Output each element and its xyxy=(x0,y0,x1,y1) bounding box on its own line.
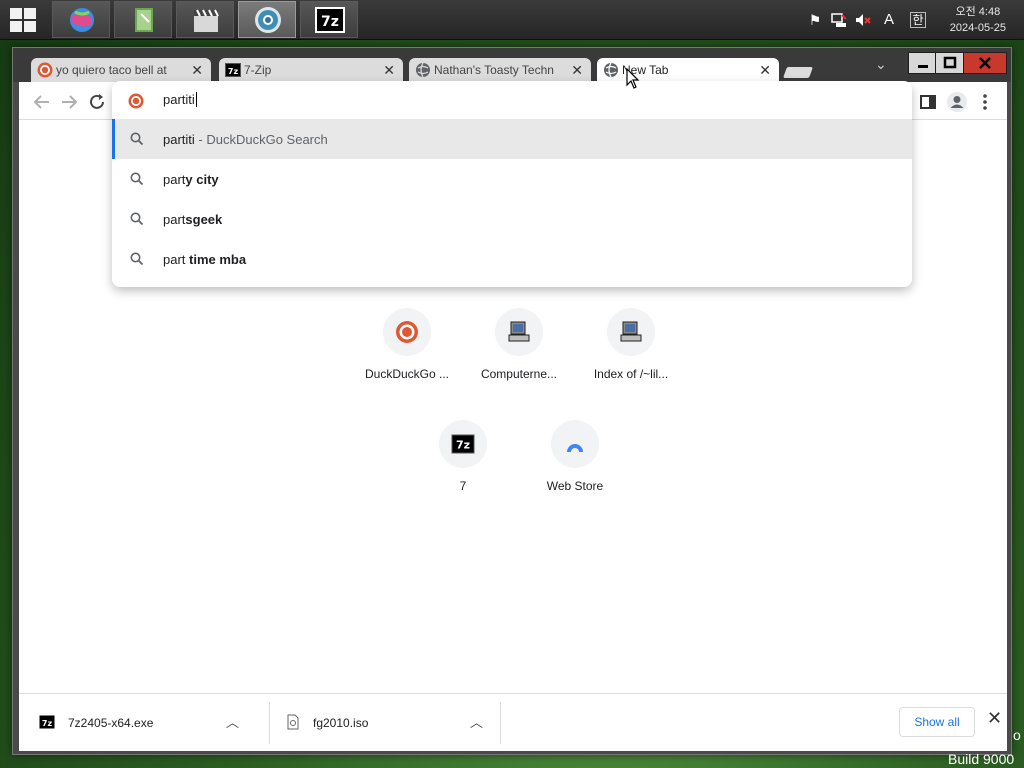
shortcut-label: Computerne... xyxy=(480,367,558,381)
show-all-button[interactable]: Show all xyxy=(899,707,975,737)
7zip-icon: 7z xyxy=(315,7,345,33)
clock-date: 2024-05-25 xyxy=(949,22,1006,34)
shortcut-7[interactable]: 7z 7 xyxy=(407,420,519,510)
computer-icon xyxy=(620,321,642,342)
omnibox-dropdown: partiti partiti - DuckDuckGo Search part… xyxy=(112,81,912,287)
address-input[interactable]: partiti xyxy=(163,92,197,107)
tab-close-icon[interactable]: ✕ xyxy=(571,58,583,82)
text-caret xyxy=(195,92,197,107)
book-app-icon xyxy=(135,8,153,32)
shortcut-label: Index of /~lil... xyxy=(593,367,669,381)
tab-new-tab[interactable]: New Tab ✕ xyxy=(597,58,779,82)
tab-7zip[interactable]: 7z 7-Zip ✕ xyxy=(219,58,403,82)
mouse-cursor-icon xyxy=(626,68,640,89)
maximize-button[interactable] xyxy=(935,52,965,74)
tab-taco-bell[interactable]: yo quiero taco bell at ✕ xyxy=(31,58,211,82)
shortcut-web-store[interactable]: Web Store xyxy=(519,420,631,510)
windows-logo-icon xyxy=(10,8,22,19)
taskbar-app-book[interactable] xyxy=(114,1,172,38)
side-panel-icon[interactable] xyxy=(917,91,939,113)
flag-icon[interactable]: ⚑ xyxy=(806,11,824,29)
taskbar-app-globe[interactable] xyxy=(52,1,110,38)
7zip-icon: 7z xyxy=(451,434,475,454)
start-button[interactable] xyxy=(10,8,38,32)
tab-title: yo quiero taco bell at xyxy=(56,63,167,77)
computer-icon xyxy=(508,321,530,342)
globe-app-icon xyxy=(70,8,94,32)
download-item[interactable]: fg2010.iso ︿ xyxy=(270,694,500,752)
network-icon[interactable] xyxy=(830,11,848,29)
suggestion-item[interactable]: partsgeek xyxy=(112,199,912,239)
suggestion-item[interactable]: party city xyxy=(112,159,912,199)
taskbar: 7z ⚑ A 한 오전 4:48 2024-05-25 xyxy=(0,0,1024,40)
suggestion-item[interactable]: part time mba xyxy=(112,239,912,279)
duckduckgo-icon xyxy=(128,93,144,109)
taskbar-app-clapper[interactable] xyxy=(176,1,234,38)
svg-text:7z: 7z xyxy=(228,67,239,76)
close-window-button[interactable] xyxy=(963,52,1007,74)
duckduckgo-icon xyxy=(396,321,418,343)
shortcut-computernewb[interactable]: Computerne... xyxy=(463,308,575,398)
search-icon xyxy=(130,132,144,146)
kebab-menu-icon[interactable] xyxy=(974,91,996,113)
shortcut-label: DuckDuckGo ... xyxy=(364,367,450,381)
clapperboard-icon xyxy=(194,9,219,32)
volume-muted-icon[interactable] xyxy=(854,11,872,29)
reload-icon[interactable] xyxy=(86,91,108,113)
forward-arrow-icon[interactable] xyxy=(58,91,80,113)
close-download-bar-icon[interactable]: ✕ xyxy=(987,708,1002,729)
globe-icon xyxy=(416,62,430,78)
profile-avatar-icon[interactable] xyxy=(946,91,968,113)
tab-search-chevron-icon[interactable]: ⌄ xyxy=(875,56,887,73)
back-arrow-icon[interactable] xyxy=(31,91,53,113)
duckduckgo-icon xyxy=(37,62,53,78)
clock-time: 오전 4:48 xyxy=(955,6,1001,18)
shortcut-label: Web Store xyxy=(546,479,604,493)
minimize-icon xyxy=(918,65,928,68)
7zip-icon: 7z xyxy=(39,715,55,729)
download-filename: 7z2405-x64.exe xyxy=(68,716,154,730)
tab-close-icon[interactable]: ✕ xyxy=(383,58,395,82)
download-filename: fg2010.iso xyxy=(313,716,369,730)
search-icon xyxy=(130,172,144,186)
tab-title: New Tab xyxy=(622,63,669,77)
download-bar: 7z 7z2405-x64.exe ︿ fg2010.iso ︿ Show al… xyxy=(19,693,1007,751)
close-icon xyxy=(979,57,991,69)
tab-title: 7-Zip xyxy=(244,63,272,77)
chrome-icon xyxy=(255,7,281,33)
svg-text:7z: 7z xyxy=(321,14,339,30)
language-indicator[interactable]: 한 xyxy=(910,12,926,28)
chevron-up-icon[interactable]: ︿ xyxy=(470,712,483,731)
address-bar[interactable]: partiti xyxy=(112,81,912,119)
shortcut-index-of[interactable]: Index of /~lil... xyxy=(575,308,687,398)
tab-close-icon[interactable]: ✕ xyxy=(759,58,771,82)
desktop-watermark-fragment: o xyxy=(1013,727,1021,743)
tab-close-icon[interactable]: ✕ xyxy=(191,58,203,82)
svg-text:7z: 7z xyxy=(42,719,53,728)
globe-icon xyxy=(604,62,618,78)
suggestion-item[interactable]: partiti - DuckDuckGo Search xyxy=(112,119,912,159)
clock[interactable]: 오전 4:48 2024-05-25 xyxy=(950,4,1006,36)
7zip-icon: 7z xyxy=(225,63,241,77)
download-item[interactable]: 7z 7z2405-x64.exe ︿ xyxy=(19,694,263,752)
search-icon xyxy=(130,252,144,266)
tab-title: Nathan's Toasty Techn xyxy=(434,63,554,77)
maximize-icon xyxy=(943,56,957,69)
taskbar-app-7zip[interactable]: 7z xyxy=(300,1,358,38)
webstore-icon xyxy=(567,444,583,452)
chevron-up-icon[interactable]: ︿ xyxy=(226,712,239,731)
ime-mode-indicator[interactable]: A xyxy=(880,11,898,29)
tab-strip: yo quiero taco bell at ✕ 7z 7-Zip ✕ Nath… xyxy=(13,48,1011,82)
taskbar-app-chrome[interactable] xyxy=(238,1,296,38)
desktop-build-text: Build 9000 xyxy=(948,751,1015,767)
new-tab-button[interactable] xyxy=(782,67,814,78)
shortcut-label: 7 xyxy=(459,479,467,493)
search-icon xyxy=(130,212,144,226)
shortcut-duckduckgo[interactable]: DuckDuckGo ... xyxy=(351,308,463,398)
svg-text:7z: 7z xyxy=(456,439,470,452)
divider xyxy=(500,702,501,744)
file-icon xyxy=(287,714,299,730)
minimize-button[interactable] xyxy=(908,52,938,74)
tab-nathans-toasty[interactable]: Nathan's Toasty Techn ✕ xyxy=(409,58,591,82)
